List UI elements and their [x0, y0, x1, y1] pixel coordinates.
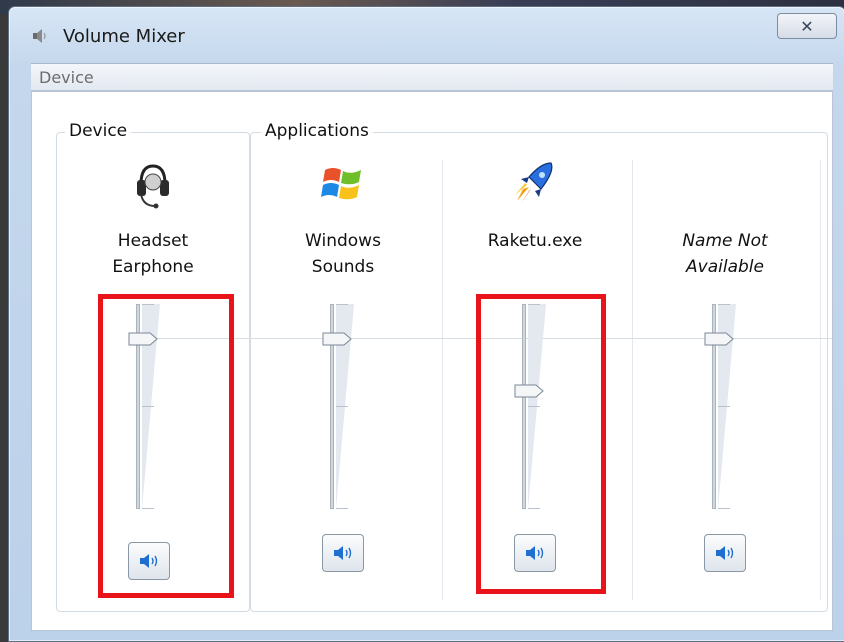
- speaker-icon: [334, 546, 352, 560]
- slider-thumb[interactable]: [704, 332, 734, 346]
- close-button[interactable]: ✕: [777, 13, 837, 39]
- slider-tick: [336, 406, 348, 407]
- slider-tick: [336, 304, 348, 305]
- mute-button[interactable]: [322, 534, 364, 572]
- window-title: Volume Mixer: [63, 26, 185, 47]
- channel-name: Raketu.exe: [487, 231, 583, 251]
- windows-logo-icon: [321, 168, 361, 200]
- speaker-icon: [716, 546, 734, 560]
- volume-slider[interactable]: [704, 304, 744, 514]
- volume-mixer-window: Volume Mixer ✕ Device Device Application…: [8, 6, 844, 642]
- channel-name: Name Not Available: [682, 231, 768, 277]
- channel-windows-sounds: Windows Sounds: [248, 92, 438, 632]
- slider-tick: [718, 508, 730, 509]
- close-icon: ✕: [800, 16, 814, 36]
- slider-tick: [336, 508, 348, 509]
- speaker-icon: [33, 29, 46, 43]
- channel-name-not-available: Name Not Available: [630, 92, 820, 632]
- channel-separator: [820, 160, 821, 600]
- slider-tick: [718, 406, 730, 407]
- highlight-box-headset: [98, 294, 234, 598]
- channel-name: Windows Sounds: [305, 231, 381, 277]
- rocket-icon: [515, 162, 553, 203]
- slider-thumb[interactable]: [322, 332, 352, 346]
- title-bar[interactable]: Volume Mixer ✕: [9, 7, 844, 63]
- menu-item-device[interactable]: Device: [39, 68, 94, 87]
- menu-bar: Device: [31, 63, 833, 91]
- volume-slider[interactable]: [322, 304, 362, 514]
- mute-button[interactable]: [704, 534, 746, 572]
- mixer-client-area: Device Applications Headset Earphone Win…: [31, 91, 833, 631]
- headset-icon: [137, 164, 169, 209]
- slider-tick: [718, 304, 730, 305]
- channel-name: Headset Earphone: [112, 231, 194, 277]
- highlight-box-raketu: [476, 294, 606, 594]
